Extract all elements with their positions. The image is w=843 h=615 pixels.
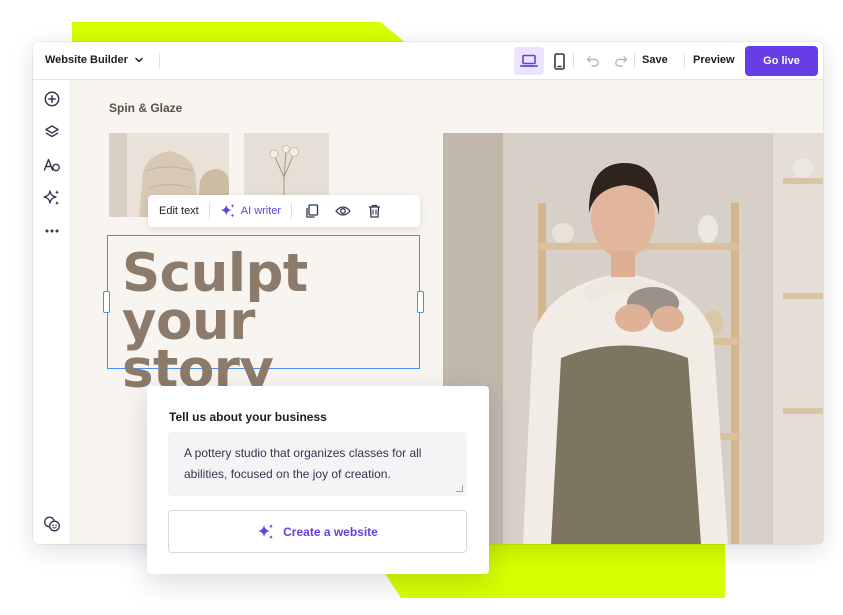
- go-live-button[interactable]: Go live: [745, 46, 818, 76]
- create-website-button[interactable]: Create a website: [168, 510, 467, 553]
- ai-sparkle-icon: [258, 523, 274, 539]
- typography-icon: [43, 158, 60, 172]
- divider: [291, 203, 293, 219]
- more-icon: [45, 229, 59, 233]
- resize-grip-icon[interactable]: [456, 485, 463, 492]
- divider: [208, 203, 210, 219]
- smartphone-icon: [553, 52, 565, 70]
- redo-icon: [615, 56, 628, 67]
- layers-button[interactable]: [42, 122, 62, 142]
- undo-button[interactable]: [583, 50, 603, 72]
- hero-heading[interactable]: Sculpt your story: [122, 247, 419, 400]
- ai-writer-button[interactable]: AI writer: [220, 203, 281, 219]
- help-icon: [44, 516, 60, 532]
- more-button[interactable]: [42, 221, 62, 241]
- trash-icon: [368, 204, 380, 218]
- decorative-shape-top: [72, 22, 407, 44]
- redo-button[interactable]: [611, 50, 631, 72]
- divider: [634, 53, 635, 69]
- resize-handle-right[interactable]: [417, 291, 424, 313]
- divider: [684, 53, 685, 69]
- save-button[interactable]: Save: [642, 54, 668, 66]
- layers-icon: [45, 125, 59, 138]
- create-website-label: Create a website: [283, 524, 378, 539]
- divider: [573, 53, 574, 69]
- hero-heading-line: your story: [122, 291, 274, 400]
- ai-sparkle-icon: [220, 203, 234, 218]
- copy-icon: [306, 204, 319, 218]
- left-sidebar: [33, 80, 71, 544]
- delete-button[interactable]: [364, 201, 384, 221]
- selected-heading-block[interactable]: Sculpt your story: [103, 235, 424, 396]
- site-brand-name[interactable]: Spin & Glaze: [109, 101, 182, 115]
- top-bar: Website Builder Save Preview Go live: [33, 42, 823, 80]
- ai-tools-button[interactable]: [42, 188, 62, 208]
- text-edit-toolbar: Edit text AI writer: [148, 195, 420, 227]
- visibility-button[interactable]: [333, 201, 353, 221]
- builder-title: Website Builder: [45, 54, 128, 66]
- business-prompt-title: Tell us about your business: [169, 410, 327, 424]
- edit-text-button[interactable]: Edit text: [159, 205, 199, 217]
- resize-handle-left[interactable]: [103, 291, 110, 313]
- chevron-down-icon: [135, 57, 143, 63]
- add-icon: [44, 91, 60, 107]
- mobile-view-button[interactable]: [548, 47, 570, 75]
- help-button[interactable]: [42, 514, 62, 534]
- ai-writer-label: AI writer: [240, 205, 282, 217]
- builder-menu[interactable]: Website Builder: [45, 54, 144, 66]
- divider: [159, 53, 160, 69]
- duplicate-button[interactable]: [302, 201, 322, 221]
- ai-sparkle-icon: [43, 190, 59, 206]
- eye-icon: [335, 206, 351, 216]
- business-description-field[interactable]: A pottery studio that organizes classes …: [168, 432, 467, 496]
- potter-photo[interactable]: [443, 133, 823, 544]
- desktop-view-button[interactable]: [514, 47, 544, 75]
- styles-button[interactable]: [42, 155, 62, 175]
- laptop-icon: [520, 54, 538, 67]
- preview-button[interactable]: Preview: [693, 54, 735, 66]
- add-element-button[interactable]: [42, 89, 62, 109]
- undo-icon: [586, 56, 599, 67]
- ai-business-card: Tell us about your business A pottery st…: [147, 386, 489, 574]
- business-description-text: A pottery studio that organizes classes …: [184, 446, 422, 481]
